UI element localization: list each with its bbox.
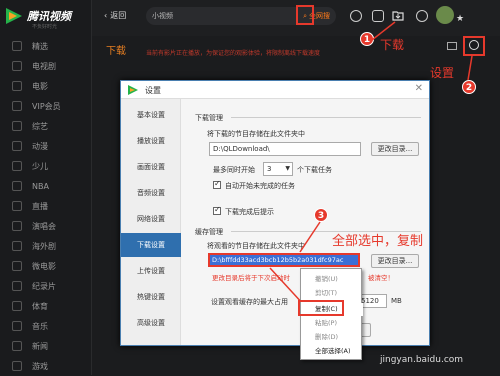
menu-item-select-all[interactable]: 全部选择(A) bbox=[301, 345, 363, 358]
annotation-arrows bbox=[269, 21, 473, 309]
copy-highlight-box bbox=[298, 300, 344, 316]
watermark: jingyan.baidu.com bbox=[380, 355, 464, 365]
menu-item-delete[interactable]: 删除(D) bbox=[301, 331, 363, 344]
menu-item-cut[interactable]: 剪切(T) bbox=[301, 287, 363, 300]
menu-item-paste[interactable]: 粘贴(P) bbox=[301, 317, 363, 330]
menu-item-undo[interactable]: 撤销(U) bbox=[301, 273, 363, 286]
